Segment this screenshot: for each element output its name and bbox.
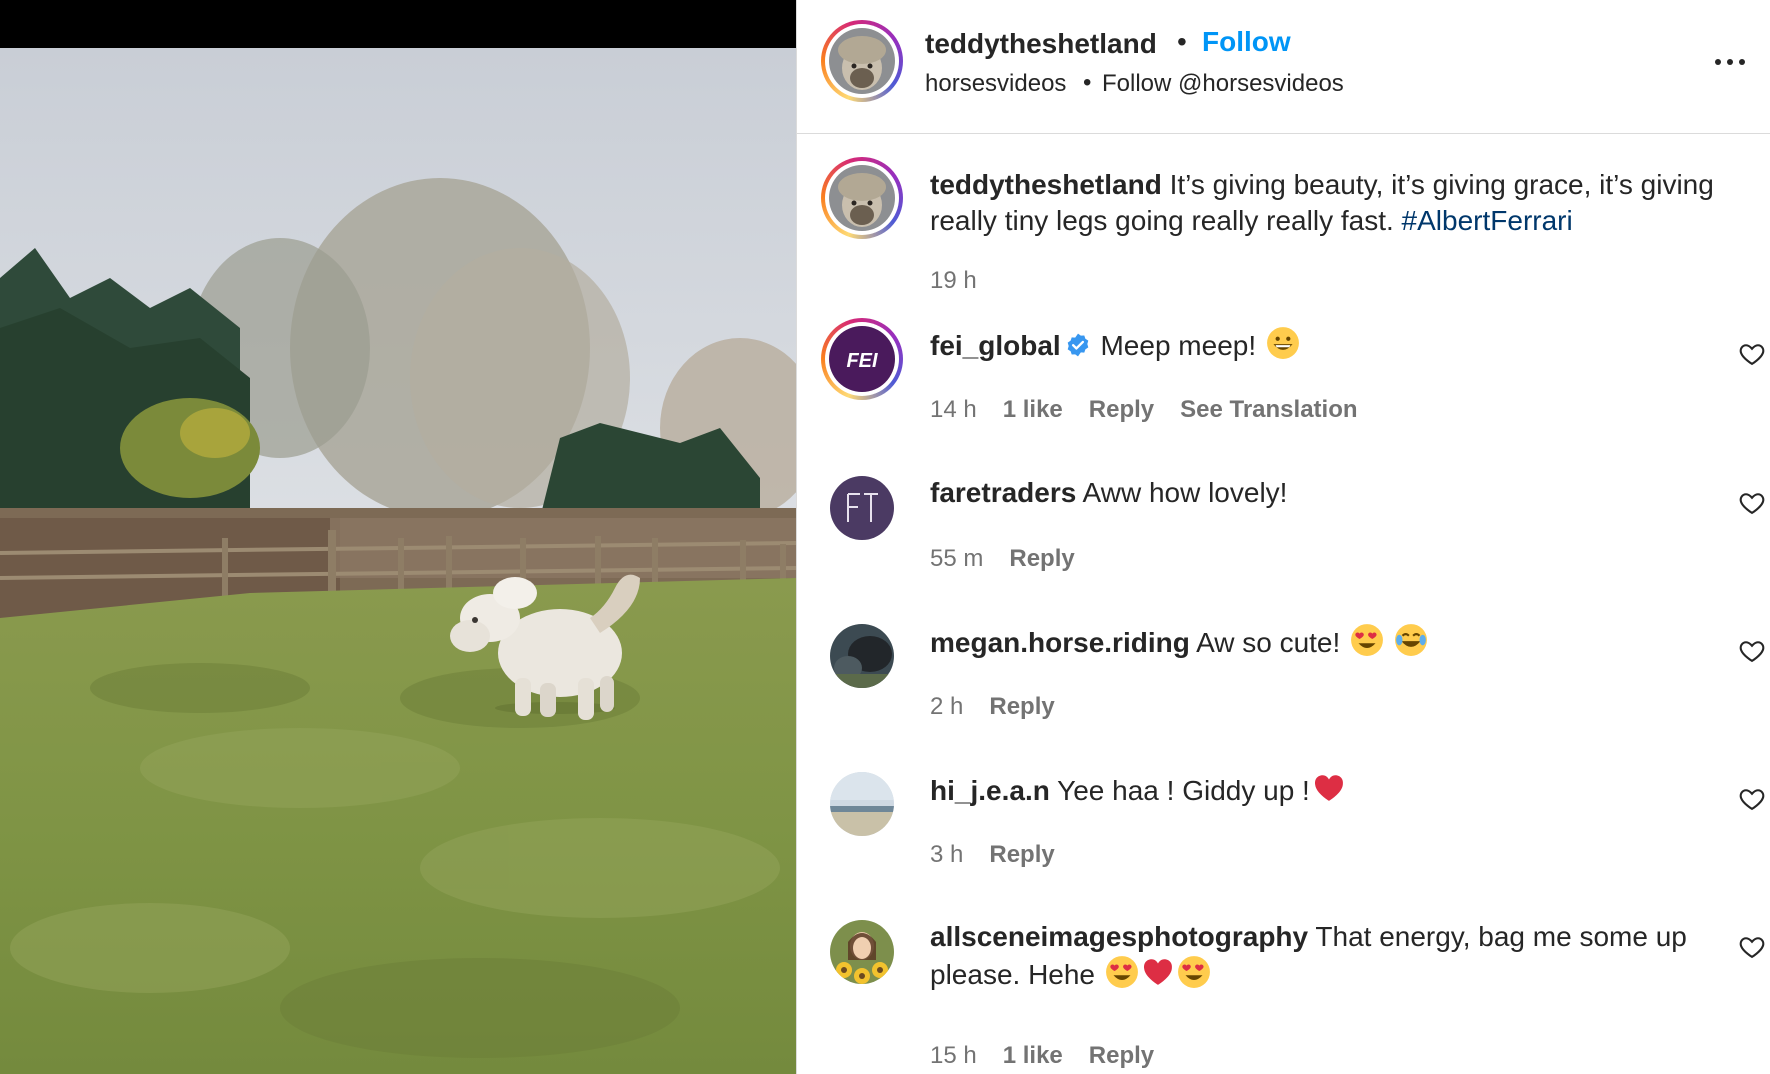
horse-photo-avatar	[830, 624, 894, 688]
reply-button[interactable]: Reply	[989, 841, 1054, 869]
comment-meta: 55 m Reply	[930, 545, 1075, 573]
comment-timestamp[interactable]: 55 m	[930, 545, 983, 573]
more-options-icon[interactable]	[1710, 47, 1750, 77]
comment-body: Meep meep!	[1100, 330, 1257, 361]
reply-button[interactable]: Reply	[989, 693, 1054, 721]
comment-meta: 15 h 1 like Reply	[930, 1042, 1154, 1070]
caption-text: teddytheshetland It’s giving beauty, it’…	[930, 167, 1730, 239]
comment-body: Aw so cute!	[1196, 627, 1341, 658]
collab-account[interactable]: horsesvideos	[925, 70, 1066, 98]
like-comment-heart-icon[interactable]	[1738, 340, 1766, 368]
comment-timestamp[interactable]: 14 h	[930, 396, 977, 424]
commenter-avatar[interactable]	[830, 772, 894, 836]
follow-collab-link[interactable]: Follow @horsesvideos	[1102, 70, 1344, 98]
sunflower-portrait-avatar	[830, 920, 894, 984]
pony-avatar-image	[829, 28, 895, 94]
separator-dot-sub: •	[1083, 69, 1092, 96]
heart-eyes-emoji	[1351, 624, 1384, 656]
caption-timestamp[interactable]: 19 h	[930, 267, 977, 295]
faretraders-logo-avatar	[830, 476, 894, 540]
comment-text: allsceneimagesphotography That energy, b…	[930, 919, 1720, 993]
heart-eyes-emoji	[1177, 956, 1210, 988]
comment-text: fei_global Meep meep!	[930, 326, 1720, 364]
comment-item: hi_j.e.a.n Yee haa ! Giddy up ! 3 h Repl…	[797, 763, 1770, 903]
pony-avatar-image	[829, 165, 895, 231]
like-comment-heart-icon[interactable]	[1738, 785, 1766, 813]
commenter-avatar[interactable]	[830, 476, 894, 540]
comment-item: megan.horse.riding Aw so cute! 2 h Reply	[797, 615, 1770, 755]
svg-text:FEI: FEI	[846, 350, 878, 372]
comment-username[interactable]: megan.horse.riding	[930, 627, 1190, 658]
like-comment-heart-icon[interactable]	[1738, 489, 1766, 517]
video-frame-pony-in-field[interactable]	[0, 48, 796, 1074]
comment-item: allsceneimagesphotography That energy, b…	[797, 911, 1770, 1069]
post-header: teddytheshetland • Follow horsesvideos •…	[797, 0, 1770, 134]
tears-of-joy-emoji	[1394, 624, 1427, 656]
verified-badge-icon	[1067, 333, 1088, 357]
commenter-avatar[interactable]: FEI	[821, 318, 903, 400]
grinning-face-emoji	[1266, 327, 1299, 359]
author-username[interactable]: teddytheshetland	[925, 28, 1157, 60]
comment-username[interactable]: hi_j.e.a.n	[930, 775, 1050, 806]
comment-body: Yee haa ! Giddy up !	[1057, 775, 1310, 806]
author-avatar-header[interactable]	[821, 20, 903, 102]
comment-meta: 2 h Reply	[930, 693, 1055, 721]
video-frame-image	[0, 48, 796, 1074]
post-side-panel: teddytheshetland • Follow horsesvideos •…	[797, 0, 1770, 1074]
comment-meta: 14 h 1 like Reply See Translation	[930, 396, 1358, 424]
red-heart-emoji	[1143, 959, 1172, 985]
commenter-avatar[interactable]	[830, 624, 894, 688]
like-comment-heart-icon[interactable]	[1738, 933, 1766, 961]
comment-item: faretraders Aww how lovely! 55 m Reply	[797, 467, 1770, 607]
comment-timestamp[interactable]: 3 h	[930, 841, 963, 869]
comment-timestamp[interactable]: 15 h	[930, 1042, 977, 1070]
reply-button[interactable]: Reply	[1009, 545, 1074, 573]
post-media[interactable]	[0, 0, 796, 1074]
heart-eyes-emoji	[1105, 956, 1138, 988]
reply-button[interactable]: Reply	[1089, 396, 1154, 424]
comment-item: FEI fei_global Meep meep! 14 h 1 like Re…	[797, 318, 1770, 458]
comment-likes-count[interactable]: 1 like	[1003, 396, 1063, 424]
fei-logo-avatar: FEI	[829, 326, 895, 392]
media-letterbox-top	[0, 0, 796, 48]
beach-photo-avatar	[830, 772, 894, 836]
caption-avatar[interactable]	[821, 157, 903, 239]
comment-username[interactable]: allsceneimagesphotography	[930, 921, 1308, 952]
see-translation-button[interactable]: See Translation	[1180, 396, 1357, 424]
red-heart-emoji	[1314, 775, 1343, 801]
comment-meta: 3 h Reply	[930, 841, 1055, 869]
reply-button[interactable]: Reply	[1089, 1042, 1154, 1070]
comment-text: faretraders Aww how lovely!	[930, 475, 1720, 511]
separator-dot: •	[1177, 26, 1187, 57]
hashtag-link[interactable]: #AlbertFerrari	[1402, 205, 1573, 236]
like-comment-heart-icon[interactable]	[1738, 637, 1766, 665]
comment-body: Aww how lovely!	[1082, 477, 1288, 508]
comment-username[interactable]: fei_global	[930, 330, 1061, 361]
caption-username[interactable]: teddytheshetland	[930, 169, 1162, 200]
comment-text: megan.horse.riding Aw so cute!	[930, 623, 1720, 661]
comment-username[interactable]: faretraders	[930, 477, 1076, 508]
commenter-avatar[interactable]	[830, 920, 894, 984]
follow-button[interactable]: Follow	[1202, 26, 1291, 58]
comment-text: hi_j.e.a.n Yee haa ! Giddy up !	[930, 771, 1720, 809]
comment-timestamp[interactable]: 2 h	[930, 693, 963, 721]
comment-likes-count[interactable]: 1 like	[1003, 1042, 1063, 1070]
